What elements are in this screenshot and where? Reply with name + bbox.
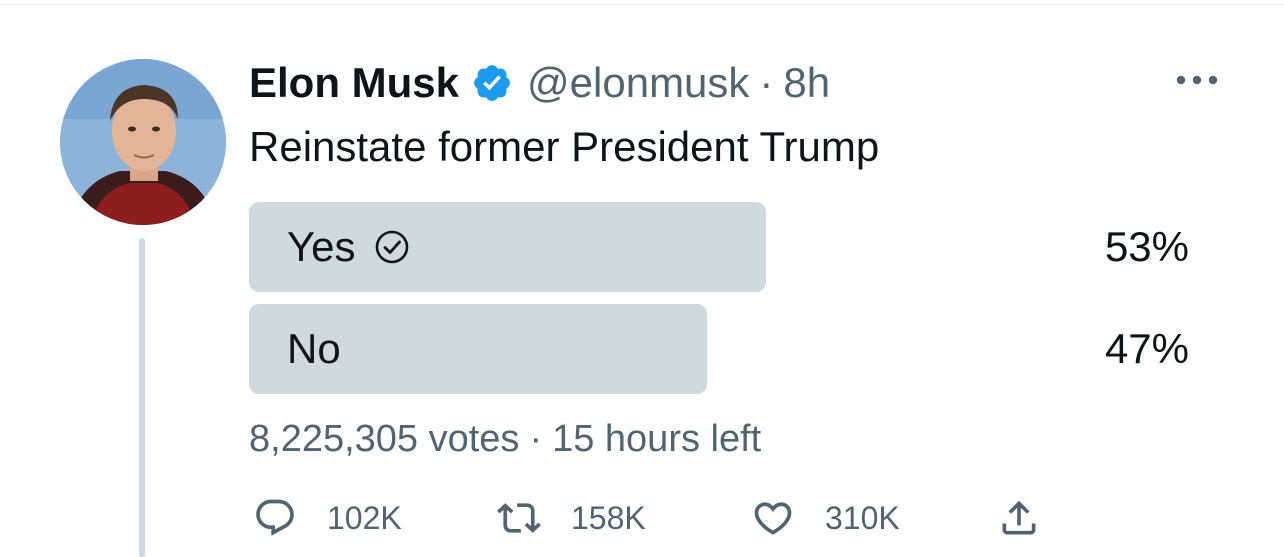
poll-option-text: No bbox=[287, 325, 341, 372]
share-icon bbox=[997, 496, 1041, 540]
tweet-header: Elon Musk @elonmusk · 8h bbox=[249, 58, 830, 108]
reply-count: 102K bbox=[327, 499, 402, 536]
poll-option-text: Yes bbox=[287, 223, 356, 270]
poll-time-left: 15 hours left bbox=[552, 418, 762, 460]
heart-icon bbox=[751, 496, 795, 540]
poll-option-no: No 47% bbox=[249, 304, 1189, 394]
verified-badge-icon bbox=[471, 62, 513, 104]
like-button[interactable]: 310K bbox=[751, 492, 900, 544]
reply-icon bbox=[253, 496, 297, 540]
check-circle-icon bbox=[374, 229, 410, 265]
tweet-page: Elon Musk @elonmusk · 8h Reinstate forme… bbox=[0, 0, 1284, 557]
retweet-icon bbox=[497, 496, 541, 540]
thread-line bbox=[139, 238, 145, 557]
share-button[interactable] bbox=[997, 492, 1071, 544]
poll-percent-yes: 53% bbox=[1104, 223, 1189, 270]
reply-button[interactable]: 102K bbox=[253, 492, 402, 544]
tweet-timestamp[interactable]: 8h bbox=[783, 59, 830, 107]
header-separator: · bbox=[759, 59, 774, 106]
poll-vote-count: 8,225,305 votes bbox=[249, 418, 520, 460]
top-divider bbox=[0, 4, 1284, 5]
more-horizontal-icon[interactable] bbox=[1174, 72, 1220, 88]
poll-meta-separator: · bbox=[529, 418, 543, 460]
avatar[interactable] bbox=[60, 59, 226, 225]
author-name[interactable]: Elon Musk bbox=[249, 59, 459, 107]
poll-meta: 8,225,305 votes · 15 hours left bbox=[249, 418, 761, 461]
tweet-text: Reinstate former President Trump bbox=[249, 123, 880, 170]
retweet-count: 158K bbox=[571, 499, 646, 536]
poll-option-label: Yes bbox=[287, 202, 410, 292]
like-count: 310K bbox=[825, 499, 900, 536]
author-handle[interactable]: @elonmusk bbox=[527, 59, 749, 107]
poll-percent-no: 47% bbox=[1104, 325, 1189, 372]
poll-option-label: No bbox=[287, 304, 341, 394]
retweet-button[interactable]: 158K bbox=[497, 492, 646, 544]
tweet-actions: 102K 158K 310K bbox=[249, 492, 1149, 544]
poll-option-yes: Yes 53% bbox=[249, 202, 1189, 292]
